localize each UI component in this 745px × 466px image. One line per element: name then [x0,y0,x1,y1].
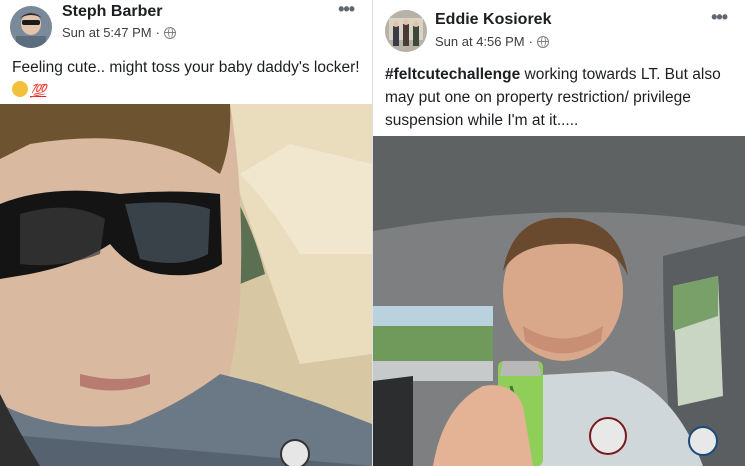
post-meta: Sun at 5:47 PM · [62,25,176,40]
post-timestamp[interactable]: Sun at 5:47 PM [62,25,152,40]
post-text: #feltcutechallenge working towards LT. B… [385,63,733,132]
post-text: Feeling cute.. might toss your baby dadd… [12,56,360,102]
post-timestamp[interactable]: Sun at 4:56 PM [435,34,525,49]
post-photo[interactable] [0,104,372,466]
avatar[interactable] [385,10,427,52]
post-steph-barber: Steph Barber Sun at 5:47 PM · ••• Feelin… [0,0,372,466]
post-meta: Sun at 4:56 PM · [435,34,549,49]
meta-separator: · [528,34,533,49]
post-text-body: Feeling cute.. might toss your baby dadd… [12,59,360,76]
post-header: Steph Barber Sun at 5:47 PM · ••• [0,0,372,56]
globe-icon[interactable] [163,26,176,39]
post-photo[interactable] [373,136,745,466]
more-options-icon[interactable]: ••• [711,8,728,26]
meta-separator: · [155,25,160,40]
post-header: Eddie Kosiorek Sun at 4:56 PM · ••• [373,0,745,56]
author-name[interactable]: Eddie Kosiorek [435,11,551,29]
hundred-emoji-icon: 💯 [30,83,47,98]
avatar[interactable] [10,6,52,48]
author-name[interactable]: Steph Barber [62,3,162,21]
post-eddie-kosiorek: Eddie Kosiorek Sun at 4:56 PM · ••• #fel… [373,0,745,466]
more-options-icon[interactable]: ••• [338,0,355,18]
hashtag-link[interactable]: #feltcutechallenge [385,66,520,83]
ok-hand-emoji-icon [12,81,28,97]
globe-icon[interactable] [536,35,549,48]
